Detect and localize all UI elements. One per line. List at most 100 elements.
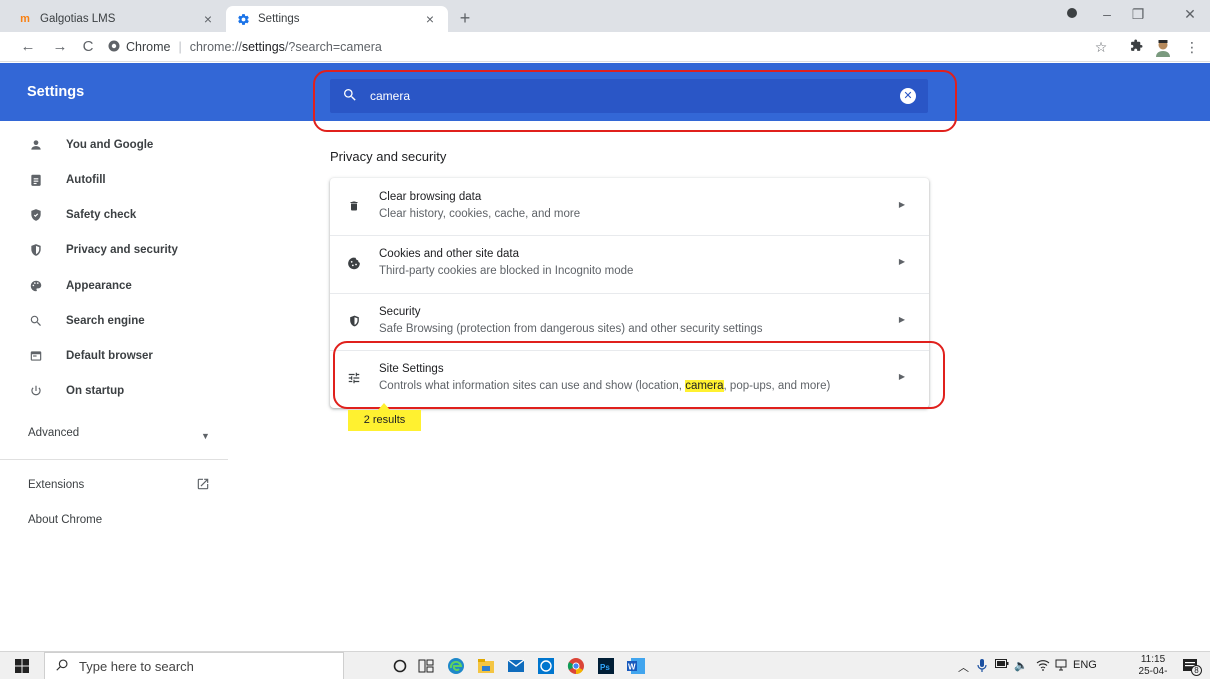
results-bubble-pointer (378, 403, 390, 410)
annotation-highlight-site-settings (333, 341, 945, 409)
minimize-button[interactable]: – (1094, 6, 1120, 22)
advanced-toggle[interactable]: Advanced (28, 427, 79, 439)
caret-down-icon[interactable]: ▼ (201, 431, 210, 441)
display-icon[interactable] (1055, 659, 1067, 674)
search-icon (28, 313, 44, 329)
chrome-taskbar-icon[interactable] (566, 656, 586, 676)
notification-center-icon[interactable]: 8 (1180, 656, 1202, 676)
language-indicator[interactable]: ENG (1073, 659, 1097, 671)
trash-icon (346, 198, 362, 214)
site-chip-label: Chrome (126, 40, 171, 54)
taskbar-search-placeholder: Type here to search (79, 658, 194, 674)
url-host: settings (241, 40, 285, 54)
omnibox-separator: | (178, 40, 182, 54)
task-view-icon[interactable] (416, 656, 436, 676)
chrome-logo-icon (108, 40, 120, 55)
tab-galgotias-lms[interactable]: m Galgotias LMS × (8, 6, 226, 32)
shield-icon (346, 313, 362, 329)
mail-icon[interactable] (506, 656, 526, 676)
arrow-right-icon: ▶ (898, 315, 905, 324)
row-clear-browsing-data[interactable]: Clear browsing data Clear history, cooki… (330, 178, 929, 235)
more-menu-icon[interactable]: ⋮ (1181, 39, 1203, 56)
sidebar-item-label: Default browser (66, 350, 153, 362)
arrow-right-icon: ▶ (898, 200, 905, 209)
close-tab-icon[interactable]: × (200, 11, 216, 27)
sidebar-item-label: Autofill (66, 174, 106, 186)
svg-text:W: W (628, 663, 636, 672)
close-tab-icon[interactable]: × (422, 11, 438, 27)
sidebar-item-extensions[interactable]: Extensions (28, 479, 84, 491)
sidebar-item-about-chrome[interactable]: About Chrome (28, 514, 102, 526)
sidebar-item-safety-check[interactable]: Safety check (0, 202, 228, 228)
row-subtitle: Third-party cookies are blocked in Incog… (379, 265, 634, 277)
clock[interactable]: 11:15 25-04-2021 (1131, 654, 1175, 679)
profile-avatar[interactable] (1152, 39, 1174, 60)
svg-text:Ps: Ps (600, 663, 610, 672)
sidebar-item-autofill[interactable]: Autofill (0, 167, 228, 193)
shield-lock-icon (28, 242, 44, 258)
photoshop-icon[interactable]: Ps (596, 656, 616, 676)
sidebar-item-appearance[interactable]: Appearance (0, 273, 228, 299)
reload-button[interactable]: C (78, 37, 98, 57)
tab-settings[interactable]: Settings × (226, 6, 448, 32)
sidebar-item-you-and-google[interactable]: You and Google (0, 132, 228, 158)
sidebar-item-default-browser[interactable]: Default browser (0, 343, 228, 369)
person-icon (28, 137, 44, 153)
moodle-logo-icon: m (20, 13, 30, 25)
microphone-icon[interactable] (977, 659, 987, 675)
cortana-circle-icon[interactable] (390, 656, 410, 676)
tab-label: Galgotias LMS (40, 13, 116, 25)
sidebar-divider (0, 459, 228, 460)
power-icon (28, 383, 44, 399)
word-icon[interactable]: W (626, 656, 646, 676)
sidebar: You and Google Autofill Safety check Pri… (0, 121, 228, 651)
sidebar-item-label: Search engine (66, 315, 145, 327)
tab-label: Settings (258, 13, 300, 25)
sidebar-item-label: On startup (66, 385, 125, 397)
windows-taskbar: Type here to search Ps W ︿ 🔈 ENG 11:15 2… (0, 651, 1210, 679)
search-icon (55, 658, 69, 675)
results-bubble: 2 results (348, 410, 421, 431)
sidebar-item-search-engine[interactable]: Search engine (0, 308, 228, 334)
arrow-right-icon: ▶ (898, 257, 905, 266)
sidebar-item-label: You and Google (66, 139, 154, 151)
sidebar-item-label: Privacy and security (66, 244, 178, 256)
back-button[interactable]: ← (18, 37, 38, 57)
annotation-highlight-search (313, 70, 957, 132)
clipboard-icon (28, 172, 44, 188)
sidebar-item-label: Appearance (66, 280, 132, 292)
restore-button[interactable]: ❐ (1125, 6, 1151, 23)
notification-count: 8 (1191, 665, 1202, 676)
section-title: Privacy and security (330, 149, 447, 164)
browser-toolbar: ← → C Chrome | chrome://settings/?search… (0, 32, 1210, 62)
open-in-new-icon[interactable] (196, 477, 210, 494)
file-explorer-icon[interactable] (476, 656, 496, 676)
extensions-puzzle-icon[interactable] (1125, 39, 1147, 55)
row-title: Security (379, 306, 421, 318)
show-hidden-icons-chevron-icon[interactable]: ︿ (958, 659, 969, 675)
profile-circle-icon[interactable] (1059, 6, 1085, 22)
wifi-icon[interactable] (1036, 659, 1050, 674)
url-path: /?search=camera (284, 40, 382, 54)
battery-icon[interactable] (995, 659, 1009, 671)
cookie-icon (346, 255, 362, 271)
browser-window-icon (28, 348, 44, 364)
address-bar[interactable]: Chrome | chrome://settings/?search=camer… (108, 37, 382, 57)
clock-date: 25-04-2021 (1138, 666, 1168, 679)
sidebar-item-label: Safety check (66, 209, 137, 221)
sidebar-item-on-startup[interactable]: On startup (0, 378, 228, 404)
dell-app-icon[interactable] (536, 656, 556, 676)
row-cookies[interactable]: Cookies and other site data Third-party … (330, 235, 929, 292)
sidebar-item-privacy-and-security[interactable]: Privacy and security (0, 237, 228, 263)
gear-icon (236, 12, 250, 26)
row-title: Cookies and other site data (379, 248, 520, 260)
edge-browser-icon[interactable] (446, 656, 466, 676)
taskbar-search-box[interactable]: Type here to search (44, 652, 344, 679)
windows-start-icon[interactable] (12, 656, 32, 676)
close-window-button[interactable]: ✕ (1177, 6, 1203, 23)
bookmark-star-icon[interactable]: ☆ (1090, 39, 1112, 56)
forward-button[interactable]: → (50, 37, 70, 57)
palette-icon (28, 278, 44, 294)
new-tab-button[interactable]: + (454, 8, 476, 29)
volume-icon[interactable]: 🔈 (1014, 659, 1028, 672)
